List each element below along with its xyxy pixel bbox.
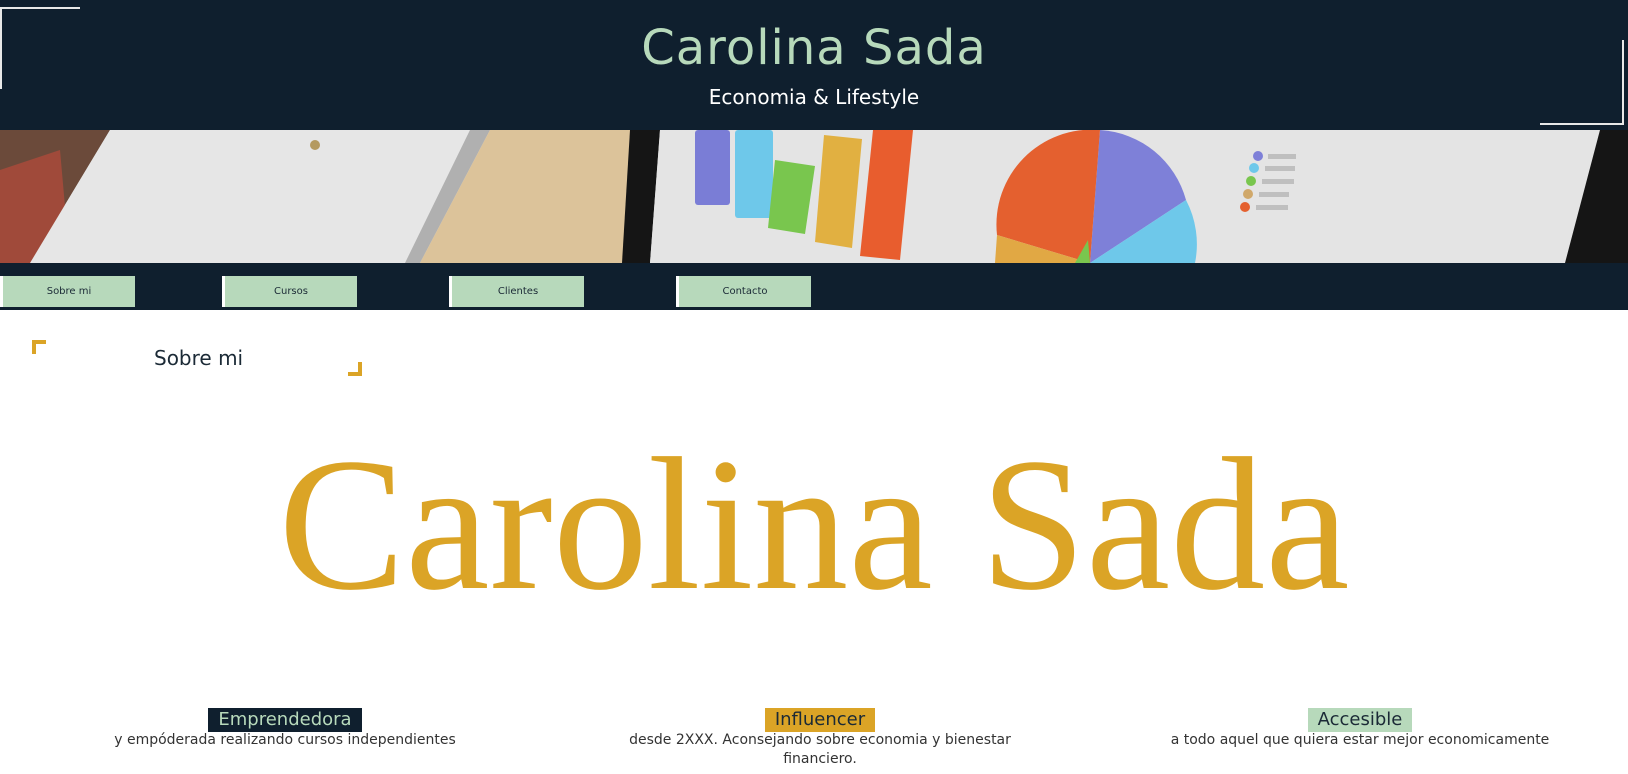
feature-influencer: Influencer desde 2XXX. Aconsejando sobre…	[628, 708, 1012, 769]
section-heading: Sobre mi	[32, 340, 362, 376]
nav-contacto-button[interactable]: Contacto	[676, 276, 811, 307]
feature-accesible: Accesible a todo aquel que quiera estar …	[1160, 708, 1560, 750]
nav-bar: Sobre mi Cursos Clientes Contacto	[0, 263, 1628, 310]
bracket-bottom-right	[348, 362, 362, 376]
feature-label: Accesible	[1307, 708, 1413, 732]
site-title: Carolina Sada	[641, 20, 987, 76]
hero-name: Carolina Sada	[278, 420, 1350, 630]
feature-label: Influencer	[764, 708, 876, 732]
site-header: Carolina Sada Economia & Lifestyle	[0, 0, 1628, 130]
nav-sobre-mi-button[interactable]: Sobre mi	[0, 276, 135, 307]
banner-image	[0, 130, 1628, 263]
nav-cursos-button[interactable]: Cursos	[222, 276, 357, 307]
feature-description: a todo aquel que quiera estar mejor econ…	[1170, 732, 1550, 748]
feature-description: desde 2XXX. Aconsejando sobre economia y…	[629, 732, 1011, 767]
feature-description: y empóderada realizando cursos independi…	[114, 732, 456, 748]
nav-clientes-button[interactable]: Clientes	[449, 276, 584, 307]
feature-label: Emprendedora	[208, 708, 362, 732]
site-subtitle: Economia & Lifestyle	[708, 85, 920, 109]
bracket-top-left	[32, 340, 46, 354]
banner-illustration	[0, 130, 1628, 263]
feature-emprendedora: Emprendedora y empóderada realizando cur…	[100, 708, 470, 750]
section-title: Sobre mi	[154, 346, 244, 370]
